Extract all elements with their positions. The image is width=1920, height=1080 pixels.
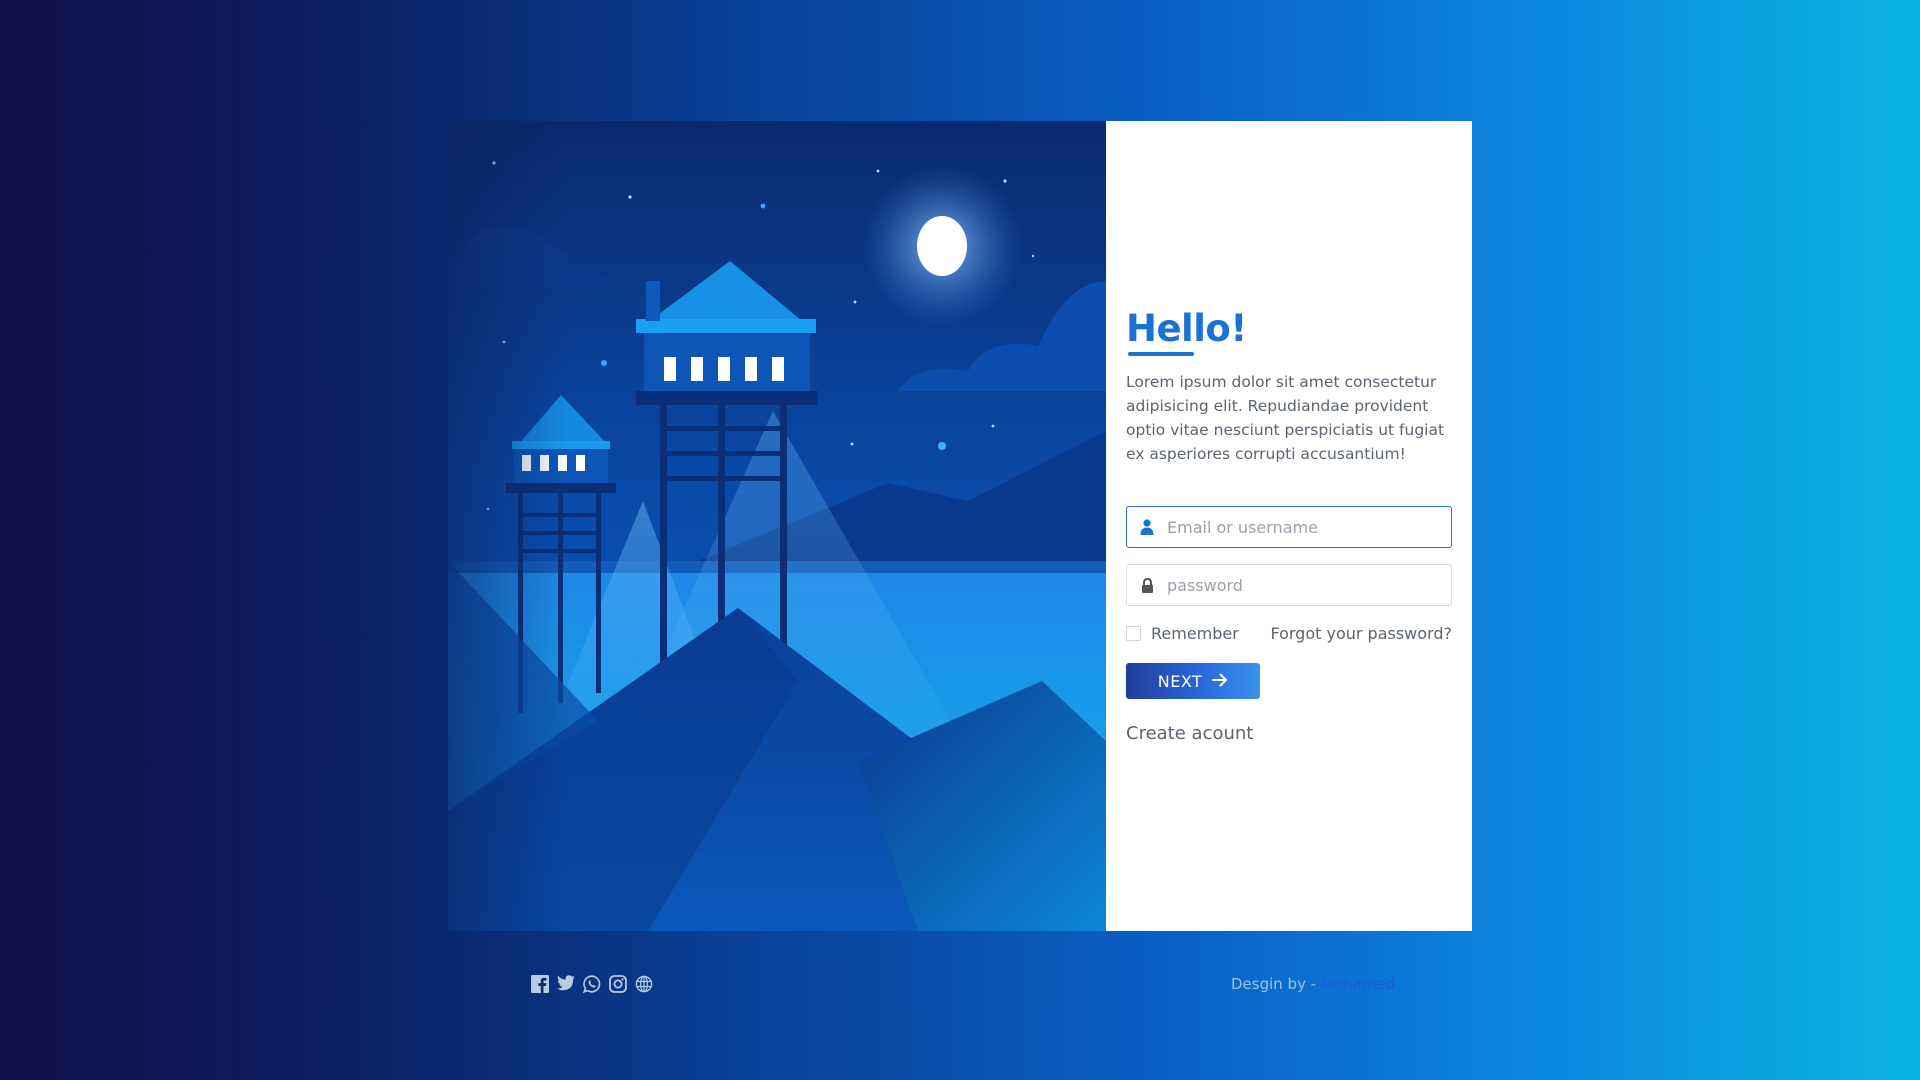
social-links [531,975,653,993]
create-account-link[interactable]: Create acount [1126,723,1452,744]
password-input[interactable] [1167,565,1451,605]
login-card: Hello! Lorem ipsum dolor sit amet consec… [1106,121,1472,931]
remember-label: Remember [1151,624,1239,643]
title-underline [1128,352,1194,356]
next-button[interactable]: NEXT [1126,663,1260,699]
twitter-icon[interactable] [557,975,575,993]
welcome-description: Lorem ipsum dolor sit amet consectetur a… [1126,373,1445,463]
login-options: Remember Forgot your password? [1126,624,1452,643]
lock-icon [1127,577,1167,593]
next-button-label: NEXT [1157,671,1203,691]
username-input[interactable] [1167,507,1451,547]
password-field[interactable] [1126,564,1452,606]
design-credit: Desgin by - Mohamed [1231,975,1395,993]
facebook-icon[interactable] [531,975,549,993]
remember-checkbox[interactable] [1126,626,1141,641]
night-watchtower-scene [448,121,1106,931]
instagram-icon[interactable] [609,975,627,993]
welcome-title-text: Hello! [1126,307,1247,350]
login-form: Hello! Lorem ipsum dolor sit amet consec… [1126,307,1452,744]
username-field[interactable] [1126,506,1452,548]
credit-prefix: Desgin by - [1231,975,1321,993]
author-link[interactable]: Mohamed [1321,975,1395,993]
remember-toggle[interactable]: Remember [1126,624,1239,643]
forgot-password-link[interactable]: Forgot your password? [1270,624,1452,643]
whatsapp-icon[interactable] [583,975,601,993]
login-illustration [448,121,1106,931]
welcome-title: Hello! [1126,307,1247,356]
globe-icon[interactable] [635,975,653,993]
user-icon [1127,519,1167,535]
arrow-right-icon [1212,672,1228,691]
